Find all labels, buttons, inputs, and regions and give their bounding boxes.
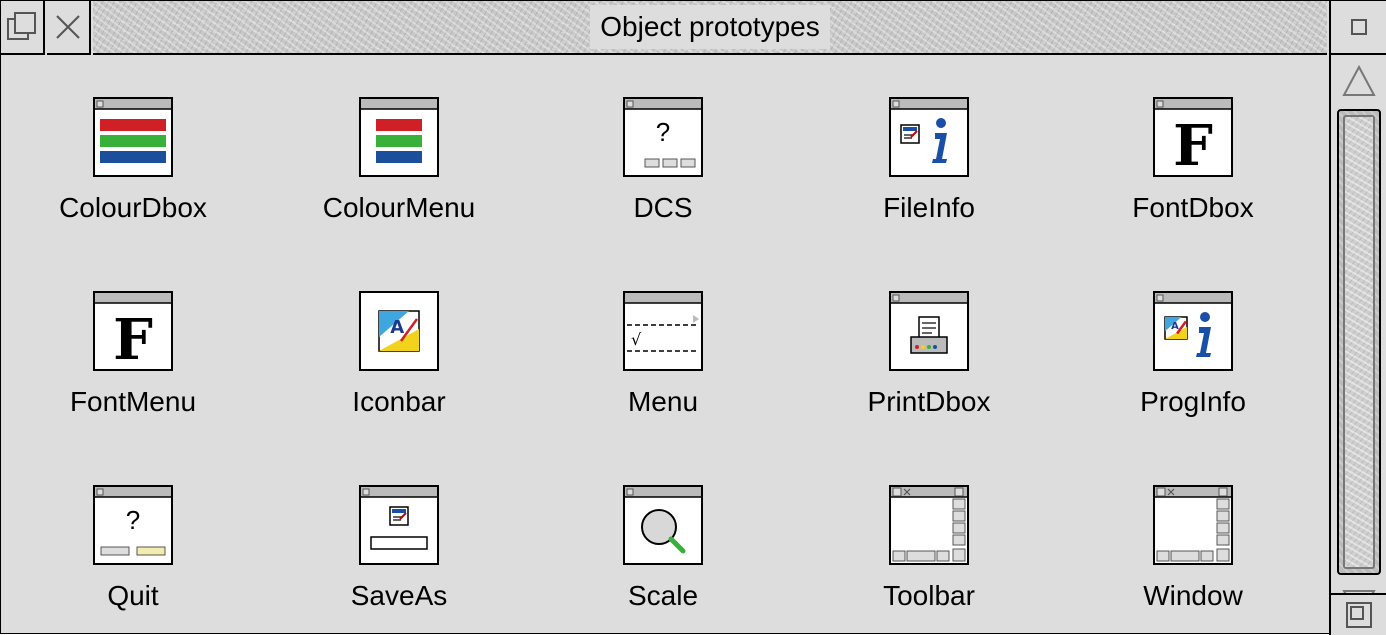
prototype-item[interactable]: A ProgInfo <box>1083 249 1303 429</box>
prototype-item[interactable]: √ Menu <box>553 249 773 429</box>
prototype-label: Quit <box>107 580 159 611</box>
toolbar-icon <box>889 485 969 565</box>
svg-text:A: A <box>390 317 404 338</box>
colour-menu-icon <box>359 97 439 177</box>
back-button[interactable] <box>1 1 45 55</box>
prototype-item[interactable]: SaveAs <box>289 443 509 623</box>
svg-text:?: ? <box>656 117 670 147</box>
svg-text:F: F <box>113 307 153 371</box>
window-icon <box>1153 485 1233 565</box>
vertical-scrollbar[interactable] <box>1329 55 1386 633</box>
prototype-label: FontDbox <box>1132 192 1254 223</box>
back-icon <box>7 12 36 40</box>
save-as-icon <box>359 485 439 565</box>
font-dbox-icon: F <box>1153 97 1233 179</box>
colour-dbox-icon <box>93 97 173 177</box>
prototype-item[interactable]: Toolbar <box>819 443 1039 623</box>
quit-icon: ? <box>93 485 173 565</box>
scroll-up-arrow-icon <box>1342 64 1376 96</box>
prototype-label: ColourMenu <box>322 192 476 223</box>
scale-icon <box>623 485 703 565</box>
toggle-size-icon <box>1351 19 1367 35</box>
prototype-label: Scale <box>627 580 699 611</box>
close-icon <box>56 15 80 39</box>
prototype-item[interactable]: F FontMenu <box>23 249 243 429</box>
prototype-item[interactable]: Window <box>1083 443 1303 623</box>
prototype-item[interactable]: ? DCS <box>553 55 773 235</box>
prototype-label: PrintDbox <box>867 386 991 417</box>
file-info-icon <box>889 97 969 177</box>
iconbar-icon: A <box>359 291 439 371</box>
font-menu-icon: F <box>93 291 173 373</box>
svg-text:F: F <box>1173 113 1213 177</box>
prototype-label: SaveAs <box>350 580 448 611</box>
scroll-track[interactable] <box>1337 109 1381 575</box>
scroll-thumb[interactable] <box>1343 115 1375 569</box>
window-title: Object prototypes <box>590 5 830 49</box>
svg-text:?: ? <box>126 505 140 535</box>
title-bar: Object prototypes <box>1 1 1386 57</box>
object-prototypes-window: Object prototypes ColourDbox ColourMenu? D… <box>0 0 1386 635</box>
prototype-item[interactable]: F FontDbox <box>1083 55 1303 235</box>
prototype-label: Toolbar <box>883 580 975 611</box>
prototype-label: ProgInfo <box>1140 386 1246 417</box>
prototype-item[interactable]: FileInfo <box>819 55 1039 235</box>
prototype-item[interactable]: ? Quit <box>23 443 243 623</box>
prototype-item[interactable]: ColourDbox <box>23 55 243 235</box>
title-bar-drag-area[interactable]: Object prototypes <box>93 1 1327 55</box>
prototype-label: Window <box>1143 580 1243 611</box>
prototype-label: FontMenu <box>69 386 197 417</box>
prototype-label: Iconbar <box>352 386 446 417</box>
scroll-up-button[interactable] <box>1331 55 1386 107</box>
dcs-icon: ? <box>623 97 703 177</box>
prog-info-icon: A <box>1153 291 1233 371</box>
prototype-item[interactable]: ColourMenu <box>289 55 509 235</box>
resize-button[interactable] <box>1329 593 1386 635</box>
resize-icon <box>1346 602 1372 628</box>
prototype-label: ColourDbox <box>59 192 207 223</box>
svg-text:√: √ <box>631 330 642 349</box>
menu-icon: √ <box>623 291 703 371</box>
print-dbox-icon <box>889 291 969 371</box>
prototype-label: FileInfo <box>883 192 975 223</box>
close-button[interactable] <box>47 1 91 55</box>
prototype-grid: ColourDbox ColourMenu? DCS FileInfo F FontDbo… <box>1 55 1327 633</box>
toggle-size-button[interactable] <box>1329 1 1386 55</box>
prototype-item[interactable]: A Iconbar <box>289 249 509 429</box>
prototype-label: DCS <box>633 192 693 223</box>
prototype-label: Menu <box>627 386 699 417</box>
prototype-item[interactable]: Scale <box>553 443 773 623</box>
prototype-item[interactable]: PrintDbox <box>819 249 1039 429</box>
